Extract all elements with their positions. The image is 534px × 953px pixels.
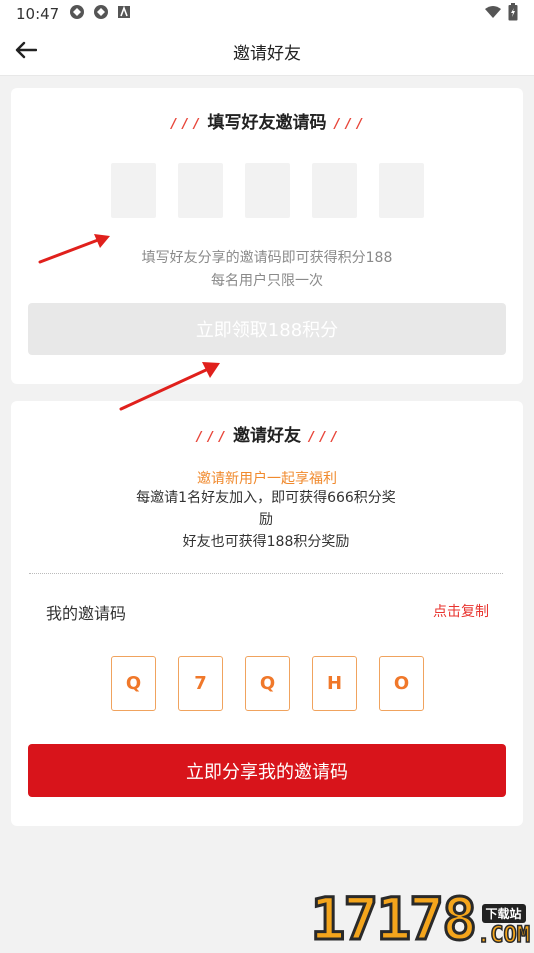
promo-line-1: 每邀请1名好友加入，即可获得666积分奖 [121,487,411,509]
watermark-digits: 17178 [310,890,475,948]
dotted-divider [29,573,503,574]
code-input-slot[interactable] [312,163,357,218]
copy-code-button[interactable]: 点击复制 [433,601,489,621]
my-code-char: O [379,656,424,711]
app-icon [117,5,131,23]
my-code-group: Q 7 Q H O [111,656,424,711]
decoration-right: / / / [335,117,363,132]
code-input-slot[interactable] [379,163,424,218]
hint-line-2: 每名用户只限一次 [11,270,523,293]
sync-icon [69,4,85,24]
wifi-icon [484,5,502,23]
status-time: 10:47 [16,5,59,23]
code-input-slot[interactable] [111,163,156,218]
watermark-suffix: .COM [477,923,530,948]
watermark-side: 下载站 .COM [477,904,530,948]
code-input-group [111,163,424,218]
page-title: 邀请好友 [233,39,301,64]
claim-points-button[interactable]: 立即领取188积分 [28,303,506,355]
promo-text: 每邀请1名好友加入，即可获得666积分奖 励 好友也可获得188积分奖励 [121,487,411,553]
section-title-invite: / / / 邀请好友 / / / [11,421,523,446]
my-code-label: 我的邀请码 [46,600,126,624]
hint-line-1: 填写好友分享的邀请码即可获得积分188 [11,247,523,270]
sync-icon [93,4,109,24]
promo-line-2: 励 [121,509,411,531]
my-code-char: Q [111,656,156,711]
promo-title: 邀请新用户一起享福利 [11,468,523,488]
invite-card: / / / 邀请好友 / / / 邀请新用户一起享福利 每邀请1名好友加入，即可获得… [11,401,523,826]
app-bar: 邀请好友 [0,28,534,76]
watermark-tag: 下载站 [482,904,526,923]
back-button[interactable] [12,38,40,66]
fill-code-card: / / / 填写好友邀请码 / / / 填写好友分享的邀请码即可获得积分188 每名… [11,88,523,384]
share-code-button[interactable]: 立即分享我的邀请码 [28,744,506,797]
section-title-text: 邀请好友 [233,426,301,446]
decoration-left: / / / [171,117,199,132]
section-title-text: 填写好友邀请码 [208,113,327,133]
my-code-char: 7 [178,656,223,711]
decoration-left: / / / [197,430,225,445]
watermark-logo: 17178 下载站 .COM [310,890,530,948]
promo-line-3: 好友也可获得188积分奖励 [121,531,411,553]
code-input-slot[interactable] [245,163,290,218]
my-code-char: Q [245,656,290,711]
back-arrow-icon [15,41,37,63]
code-input-slot[interactable] [178,163,223,218]
status-bar: 10:47 [0,0,534,28]
my-code-char: H [312,656,357,711]
battery-icon [508,3,518,25]
section-title-fill-code: / / / 填写好友邀请码 / / / [11,108,523,133]
decoration-right: / / / [309,430,337,445]
